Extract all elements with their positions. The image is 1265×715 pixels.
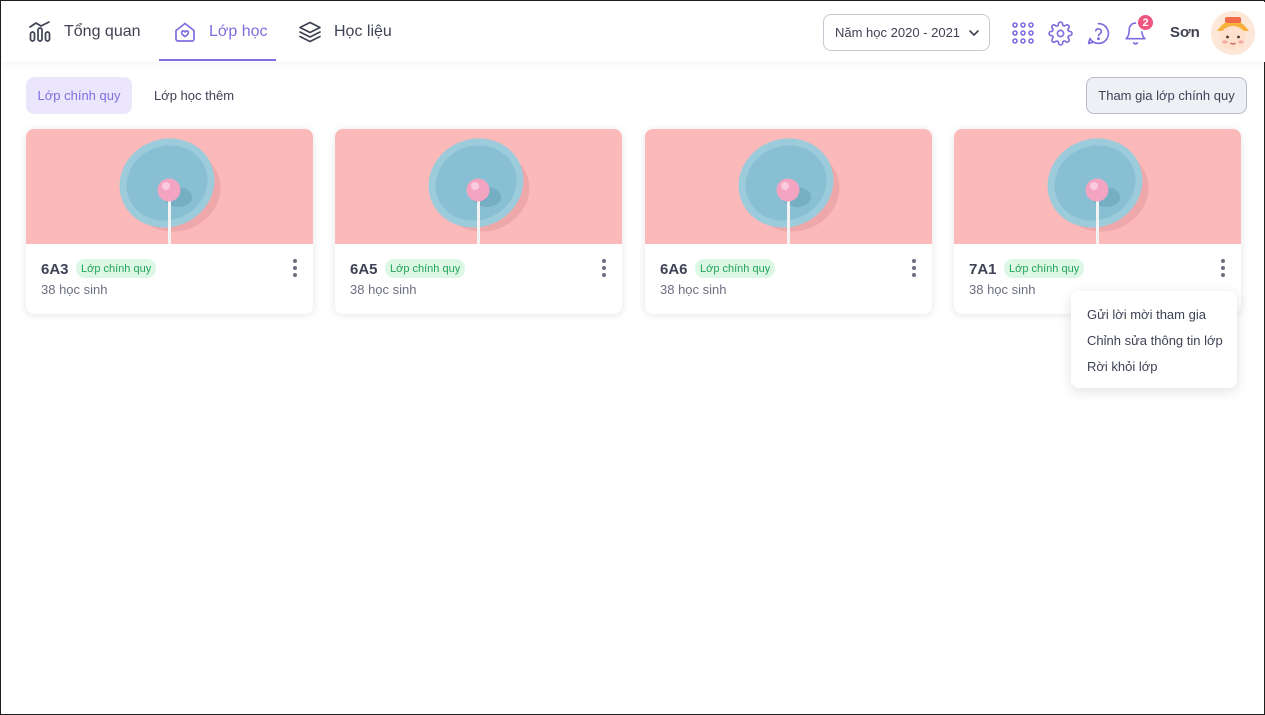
student-count: 38 học sinh — [350, 282, 417, 297]
app-window: Tổng quan Lớp học Học liệu Năm học 2020 … — [0, 0, 1265, 715]
layers-icon — [298, 20, 322, 44]
settings-icon[interactable] — [1047, 20, 1073, 46]
nav-item-label: Tổng quan — [64, 23, 141, 40]
class-card[interactable]: 6A3 Lớp chính quy 38 học sinh — [26, 129, 313, 314]
join-regular-class-button[interactable]: Tham gia lớp chính quy — [1086, 77, 1247, 114]
class-name: 6A6 — [660, 261, 688, 278]
nav-item-overview[interactable]: Tổng quan — [28, 2, 141, 62]
class-cover-image — [645, 129, 932, 244]
student-count: 38 học sinh — [660, 282, 727, 297]
tab-regular-classes[interactable]: Lớp chính quy — [26, 77, 132, 114]
nav-item-label: Học liệu — [334, 23, 392, 40]
chart-icon — [28, 20, 52, 44]
nav-item-classes[interactable]: Lớp học — [159, 2, 276, 62]
class-card[interactable]: 7A1 Lớp chính quy 38 học sinh — [954, 129, 1241, 314]
top-navigation-bar: Tổng quan Lớp học Học liệu Năm học 2020 … — [2, 2, 1265, 62]
class-options-menu: Gửi lời mời tham gia Chỉnh sửa thông tin… — [1071, 291, 1237, 388]
class-cover-image — [954, 129, 1241, 244]
username: Sơn — [1170, 24, 1200, 41]
class-name: 7A1 — [969, 261, 997, 278]
more-options-icon[interactable] — [907, 257, 921, 279]
tab-extra-classes[interactable]: Lớp học thêm — [143, 77, 245, 114]
notification-badge: 2 — [1136, 13, 1155, 32]
menu-item-send-invite[interactable]: Gửi lời mời tham gia — [1071, 301, 1237, 327]
more-options-icon[interactable] — [288, 257, 302, 279]
help-icon[interactable] — [1085, 20, 1111, 46]
class-card[interactable]: 6A6 Lớp chính quy 38 học sinh — [645, 129, 932, 314]
more-options-icon[interactable] — [597, 257, 611, 279]
nav-item-materials[interactable]: Học liệu — [298, 2, 392, 62]
student-count: 38 học sinh — [969, 282, 1036, 297]
tab-label: Lớp học thêm — [153, 88, 235, 103]
active-tab-indicator — [159, 59, 276, 61]
chevron-down-icon — [968, 27, 980, 42]
class-cover-image — [335, 129, 622, 244]
school-year-value: Năm học 2020 - 2021 — [835, 25, 961, 40]
more-options-icon[interactable] — [1216, 257, 1230, 279]
menu-item-edit-class[interactable]: Chỉnh sửa thông tin lớp — [1071, 327, 1237, 353]
nav-item-label: Lớp học — [209, 23, 268, 40]
class-type-badge: Lớp chính quy — [385, 259, 466, 278]
avatar[interactable] — [1211, 11, 1255, 55]
school-year-select[interactable]: Năm học 2020 - 2021 — [823, 14, 990, 51]
class-type-badge: Lớp chính quy — [695, 259, 776, 278]
home-heart-icon — [173, 20, 197, 44]
class-type-badge: Lớp chính quy — [1004, 259, 1085, 278]
class-type-badge: Lớp chính quy — [76, 259, 157, 278]
class-name: 6A3 — [41, 261, 69, 278]
apps-grid-icon[interactable] — [1010, 20, 1036, 46]
student-count: 38 học sinh — [41, 282, 108, 297]
class-name: 6A5 — [350, 261, 378, 278]
menu-item-leave-class[interactable]: Rời khỏi lớp — [1071, 353, 1237, 379]
tab-label: Lớp chính quy — [37, 88, 121, 103]
class-card[interactable]: 6A5 Lớp chính quy 38 học sinh — [335, 129, 622, 314]
class-cover-image — [26, 129, 313, 244]
